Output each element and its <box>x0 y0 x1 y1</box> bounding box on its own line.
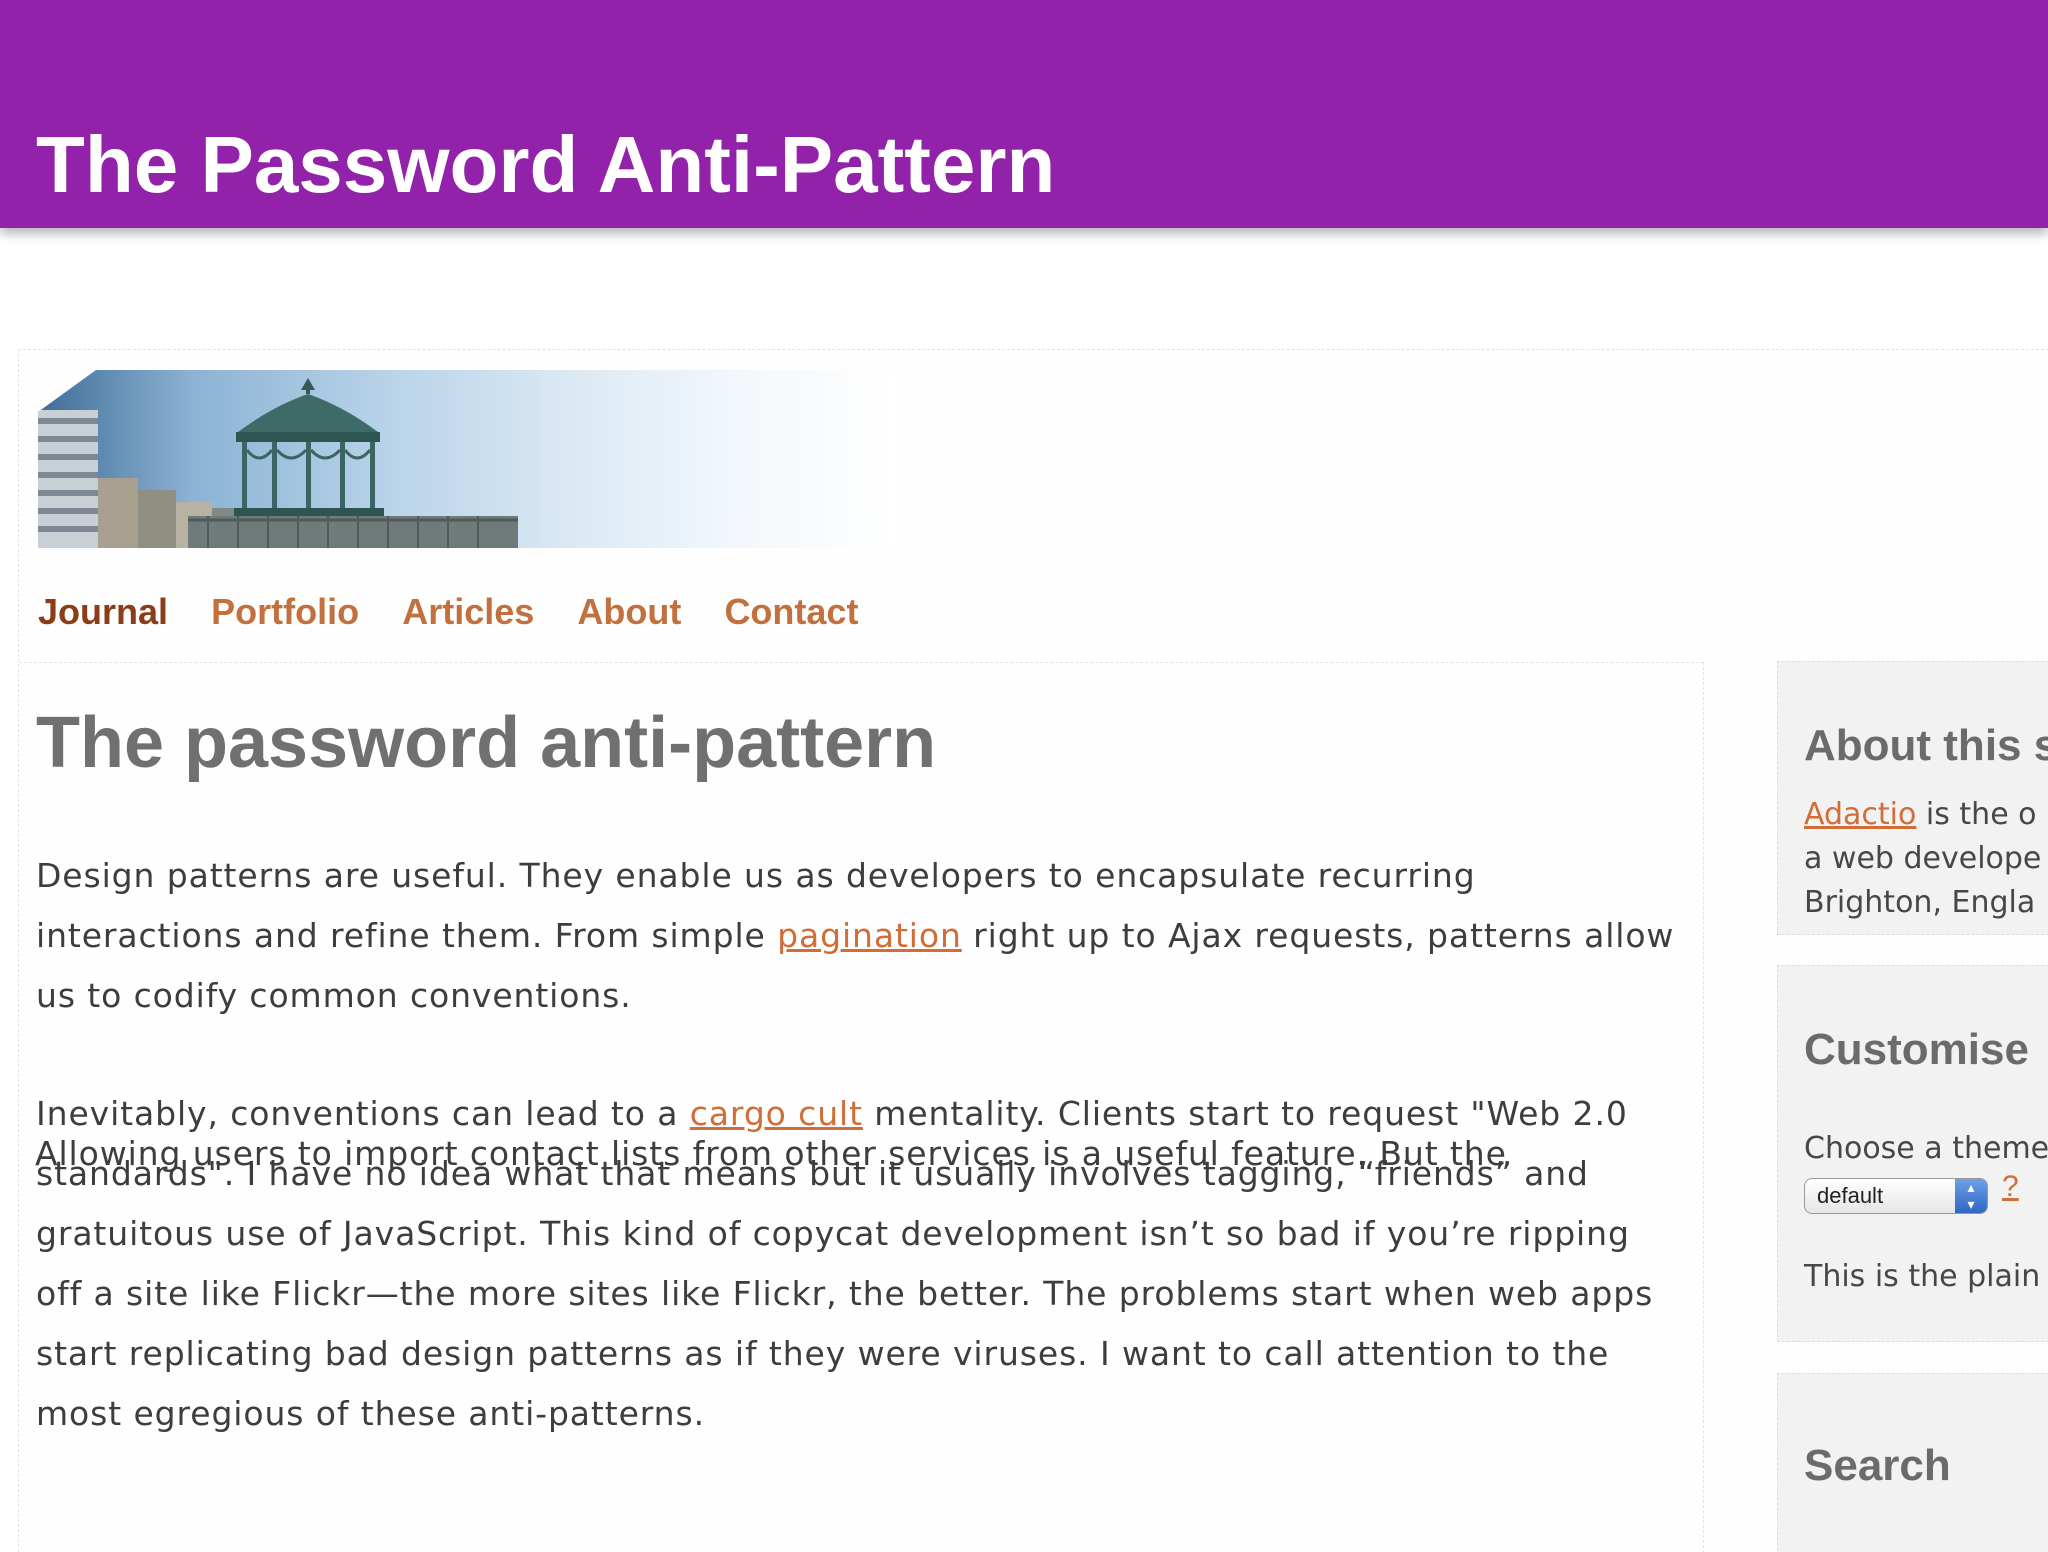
site-banner-image <box>38 370 898 548</box>
adactio-link[interactable]: Adactio <box>1804 797 1916 832</box>
nav-portfolio[interactable]: Portfolio <box>211 587 359 637</box>
nav-articles[interactable]: Articles <box>402 587 534 637</box>
select-arrows-icon: ▴ ▾ <box>1955 1179 1987 1213</box>
about-heading: About this s <box>1804 721 2048 770</box>
nav-about[interactable]: About <box>577 587 681 637</box>
article-title: The password anti-pattern <box>36 703 937 783</box>
site-nav: Journal Portfolio Articles About Contact <box>38 587 896 637</box>
sidebar-about: About this s Adactio is the oa web devel… <box>1777 661 2048 935</box>
pagination-link[interactable]: pagination <box>777 916 962 955</box>
theme-label: Choose a theme <box>1804 1131 2048 1166</box>
bandstand-photo <box>38 378 518 548</box>
article-content: The password anti-pattern Design pattern… <box>19 662 1704 1552</box>
theme-select-value: default <box>1817 1183 1884 1208</box>
article-paragraph-1: Design patterns are useful. They enable … <box>36 856 1675 1015</box>
theme-select[interactable]: default ▴ ▾ <box>1804 1178 1988 1214</box>
nav-journal[interactable]: Journal <box>38 587 168 637</box>
article-paragraph-3: Allowing users to import contact lists f… <box>35 1134 1507 1173</box>
search-heading: Search <box>1804 1441 1951 1490</box>
theme-help-link[interactable]: ? <box>2002 1170 2019 1204</box>
slide-title: The Password Anti-Pattern <box>36 120 1056 209</box>
customise-heading: Customise <box>1804 1025 2029 1074</box>
slide-header: The Password Anti-Pattern <box>0 0 2048 228</box>
sidebar-customise: Customise Choose a theme default ▴ ▾ ? Th… <box>1777 965 2048 1342</box>
webpage-screenshot: Journal Portfolio Articles About Contact… <box>18 349 2048 1552</box>
nav-contact[interactable]: Contact <box>724 587 858 637</box>
theme-description: This is the plain <box>1804 1259 2041 1294</box>
about-text: Adactio is the oa web develope Brighton, … <box>1804 797 2042 920</box>
sidebar-search: Search <box>1777 1373 2048 1552</box>
